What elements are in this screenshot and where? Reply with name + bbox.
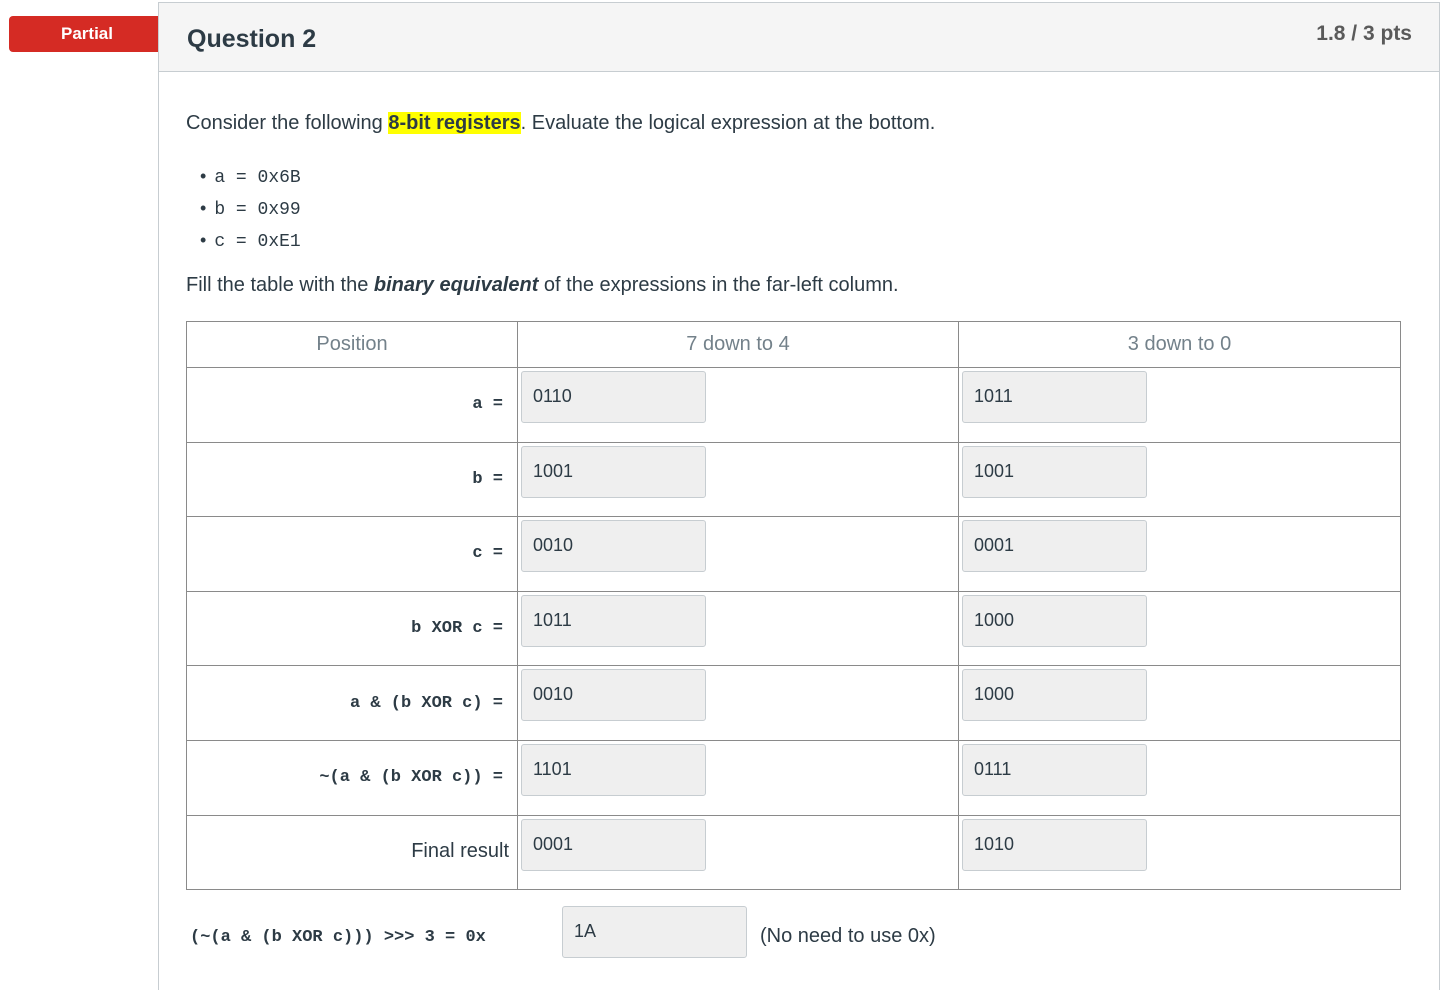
answer-input-high[interactable]: 1001 (521, 445, 706, 498)
high-cell: 0010 (517, 516, 959, 592)
table-row: b = 1001 1001 (186, 441, 1401, 518)
answer-input-low[interactable]: 0001 (962, 520, 1147, 573)
question-title: Question 2 (187, 25, 317, 53)
register-list: • a = 0x6B • b = 0x99 • c = 0xE1 (200, 160, 301, 256)
instruction-emphasis: binary equivalent (373, 274, 539, 296)
table-header-row: Position 7 down to 4 3 down to 0 (186, 321, 1401, 368)
row-label: a = (186, 367, 518, 443)
row-label: Final result (186, 814, 518, 891)
partial-badge: Partial (9, 16, 179, 52)
table-row: b XOR c = 1011 1000 (186, 590, 1401, 667)
bullet-icon: • (200, 230, 207, 250)
answer-input-high[interactable]: 0010 (521, 669, 706, 722)
low-cell: 1010 (958, 814, 1401, 891)
low-cell: 1000 (958, 590, 1401, 667)
table-row: Final result 0001 1010 (186, 814, 1401, 891)
high-cell: 1101 (517, 739, 959, 816)
low-cell: 1001 (958, 441, 1401, 518)
intro-text-end: . Evaluate the logical expression at the… (520, 112, 936, 134)
final-answer-input[interactable]: 1A (562, 906, 747, 958)
question-header: Question 2 1.8 / 3 pts (159, 3, 1439, 72)
answer-input-high[interactable]: 0001 (521, 818, 706, 871)
answer-input-low[interactable]: 1010 (962, 818, 1147, 871)
answer-input-low[interactable]: 1011 (962, 371, 1147, 423)
answer-input-high[interactable]: 1101 (521, 743, 706, 796)
table-row: a & (b XOR c) = 0010 1000 (186, 665, 1401, 741)
answer-input-high[interactable]: 1011 (521, 594, 706, 647)
high-cell: 0110 (517, 367, 959, 443)
fill-instruction: Fill the table with the binary equivalen… (186, 274, 899, 297)
row-label: c = (186, 516, 518, 592)
register-value: a = 0x6B (214, 168, 301, 188)
table-row: ~(a & (b XOR c)) = 1101 0111 (186, 739, 1401, 816)
highlighted-term: 8-bit registers (388, 112, 521, 134)
binary-table: Position 7 down to 4 3 down to 0 a = 011… (186, 321, 1401, 891)
table-row: c = 0010 0001 (186, 516, 1401, 592)
register-item: • c = 0xE1 (200, 224, 301, 256)
answer-input-low[interactable]: 1001 (962, 445, 1147, 498)
header-position: Position (186, 321, 518, 368)
high-cell: 1001 (517, 441, 959, 518)
answer-input-low[interactable]: 0111 (962, 743, 1147, 796)
intro-text: Consider the following (186, 112, 389, 134)
row-label: b = (186, 441, 518, 518)
high-cell: 0001 (517, 814, 959, 891)
question-intro: Consider the following 8-bit registers. … (186, 112, 935, 135)
register-item: • a = 0x6B (200, 160, 301, 192)
instruction-text-end: of the expressions in the far-left colum… (538, 274, 899, 296)
header-high-nibble: 7 down to 4 (517, 321, 959, 368)
register-value: c = 0xE1 (214, 232, 301, 252)
final-note: (No need to use 0x) (760, 925, 936, 947)
row-label: ~(a & (b XOR c)) = (186, 739, 518, 816)
answer-input-low[interactable]: 1000 (962, 594, 1147, 647)
answer-input-high[interactable]: 0110 (521, 371, 706, 423)
high-cell: 0010 (517, 665, 959, 741)
row-label: b XOR c = (186, 590, 518, 667)
answer-input-low[interactable]: 1000 (962, 669, 1147, 722)
header-low-nibble: 3 down to 0 (958, 321, 1401, 368)
register-value: b = 0x99 (214, 200, 301, 220)
instruction-text: Fill the table with the (186, 274, 374, 296)
bullet-icon: • (200, 198, 207, 218)
low-cell: 0111 (958, 739, 1401, 816)
answer-input-high[interactable]: 0010 (521, 520, 706, 573)
low-cell: 0001 (958, 516, 1401, 592)
row-label: a & (b XOR c) = (186, 665, 518, 741)
table-row: a = 0110 1011 (186, 367, 1401, 443)
final-expression: (~(a & (b XOR c))) >>> 3 = 0x (190, 928, 486, 947)
high-cell: 1011 (517, 590, 959, 667)
bullet-icon: • (200, 166, 207, 186)
low-cell: 1000 (958, 665, 1401, 741)
question-points: 1.8 / 3 pts (1316, 22, 1412, 45)
register-item: • b = 0x99 (200, 192, 301, 224)
low-cell: 1011 (958, 367, 1401, 443)
